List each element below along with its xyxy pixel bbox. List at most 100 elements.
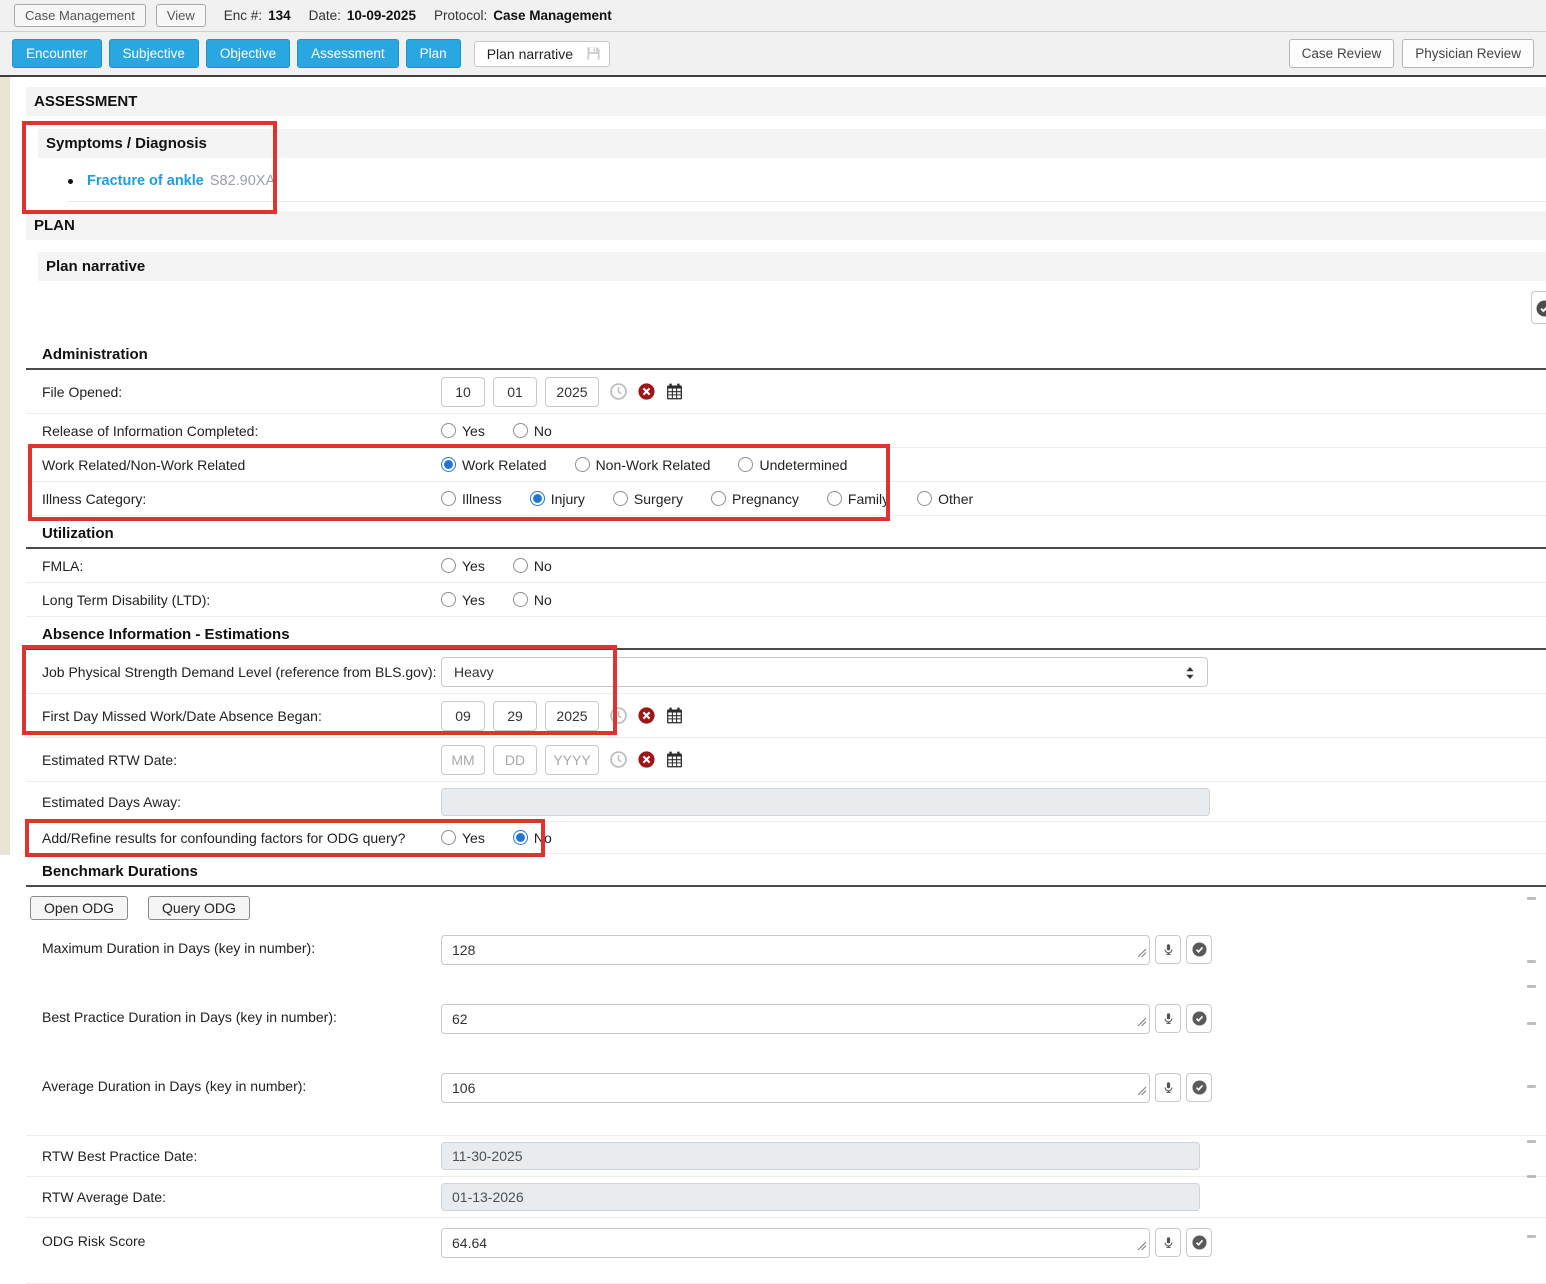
radio-label: No bbox=[534, 592, 552, 608]
open-odg-button[interactable]: Open ODG bbox=[30, 896, 128, 920]
case-review-button[interactable]: Case Review bbox=[1289, 39, 1395, 68]
radio-icon[interactable] bbox=[441, 558, 456, 573]
radio-icon[interactable] bbox=[441, 491, 456, 506]
fmla-no-radio[interactable]: No bbox=[513, 558, 552, 574]
radio-icon[interactable] bbox=[441, 592, 456, 607]
confirm-button[interactable] bbox=[1186, 1228, 1212, 1257]
rtw-average-row: RTW Average Date: 01-13-2026 bbox=[26, 1176, 1546, 1217]
plan-narrative-button[interactable]: Plan narrative bbox=[474, 41, 610, 67]
first-day-month-input[interactable] bbox=[441, 701, 485, 731]
radio-icon[interactable] bbox=[711, 491, 726, 506]
radio-icon-selected[interactable] bbox=[513, 830, 528, 845]
ltd-no-radio[interactable]: No bbox=[513, 592, 552, 608]
protocol-value: Case Management bbox=[493, 8, 612, 23]
radio-icon[interactable] bbox=[513, 423, 528, 438]
radio-icon[interactable] bbox=[613, 491, 628, 506]
resize-grip-icon[interactable] bbox=[1137, 945, 1147, 962]
non-work-related-radio[interactable]: Non-Work Related bbox=[575, 457, 711, 473]
confounding-no-radio[interactable]: No bbox=[513, 830, 552, 846]
confounding-yes-radio[interactable]: Yes bbox=[441, 830, 485, 846]
pregnancy-radio[interactable]: Pregnancy bbox=[711, 491, 799, 507]
radio-icon[interactable] bbox=[575, 457, 590, 472]
microphone-button[interactable] bbox=[1155, 1073, 1181, 1102]
save-icon[interactable] bbox=[586, 46, 601, 61]
rtw-day-input[interactable] bbox=[493, 745, 537, 775]
clock-icon[interactable] bbox=[610, 751, 627, 768]
radio-icon[interactable] bbox=[917, 491, 932, 506]
radio-icon[interactable] bbox=[441, 423, 456, 438]
release-yes-radio[interactable]: Yes bbox=[441, 423, 485, 439]
average-duration-textarea[interactable]: 106 bbox=[441, 1073, 1150, 1103]
tab-assessment[interactable]: Assessment bbox=[297, 39, 399, 68]
microphone-button[interactable] bbox=[1155, 935, 1181, 964]
tab-encounter[interactable]: Encounter bbox=[12, 39, 102, 68]
illness-radio[interactable]: Illness bbox=[441, 491, 502, 507]
resize-grip-icon[interactable] bbox=[1137, 1014, 1147, 1031]
radio-icon-selected[interactable] bbox=[441, 457, 456, 472]
rtw-month-input[interactable] bbox=[441, 745, 485, 775]
radio-icon[interactable] bbox=[827, 491, 842, 506]
work-related-radio[interactable]: Work Related bbox=[441, 457, 547, 473]
resize-grip-icon[interactable] bbox=[1137, 1083, 1147, 1100]
first-day-year-input[interactable] bbox=[545, 701, 599, 731]
clipped-edge-button[interactable] bbox=[1531, 291, 1546, 324]
other-radio[interactable]: Other bbox=[917, 491, 973, 507]
enc-label: Enc #: bbox=[224, 8, 262, 23]
calendar-icon[interactable] bbox=[666, 751, 683, 768]
confounding-row: Add/Refine results for confounding facto… bbox=[26, 822, 1546, 854]
clipped-mark bbox=[1527, 985, 1536, 988]
max-duration-label: Maximum Duration in Days (key in number)… bbox=[42, 935, 441, 956]
radio-icon[interactable] bbox=[513, 592, 528, 607]
view-button[interactable]: View bbox=[156, 4, 206, 27]
calendar-icon[interactable] bbox=[666, 707, 683, 724]
radio-icon-selected[interactable] bbox=[530, 491, 545, 506]
absence-section-header: Absence Information - Estimations bbox=[26, 617, 1546, 650]
undetermined-radio[interactable]: Undetermined bbox=[738, 457, 847, 473]
file-opened-year-input[interactable] bbox=[545, 377, 599, 407]
plan-narrative-area[interactable] bbox=[26, 281, 1546, 337]
radio-icon[interactable] bbox=[738, 457, 753, 472]
rtw-year-input[interactable] bbox=[545, 745, 599, 775]
tab-subjective[interactable]: Subjective bbox=[109, 39, 199, 68]
release-no-radio[interactable]: No bbox=[513, 423, 552, 439]
clock-icon[interactable] bbox=[610, 383, 627, 400]
review-buttons: Case Review Physician Review bbox=[1289, 39, 1534, 68]
confirm-button[interactable] bbox=[1186, 1004, 1212, 1033]
odg-risk-score-textarea[interactable]: 64.64 bbox=[441, 1228, 1150, 1258]
first-day-day-input[interactable] bbox=[493, 701, 537, 731]
fmla-yes-radio[interactable]: Yes bbox=[441, 558, 485, 574]
symptoms-diagnosis-header: Symptoms / Diagnosis bbox=[38, 129, 1546, 158]
radio-icon[interactable] bbox=[513, 558, 528, 573]
best-practice-textarea[interactable]: 62 bbox=[441, 1004, 1150, 1034]
tab-objective[interactable]: Objective bbox=[206, 39, 290, 68]
radio-label: No bbox=[534, 558, 552, 574]
microphone-button[interactable] bbox=[1155, 1004, 1181, 1033]
query-odg-button[interactable]: Query ODG bbox=[148, 896, 250, 920]
ltd-yes-radio[interactable]: Yes bbox=[441, 592, 485, 608]
job-strength-select[interactable]: Heavy bbox=[441, 657, 1208, 687]
surgery-radio[interactable]: Surgery bbox=[613, 491, 683, 507]
file-opened-month-input[interactable] bbox=[441, 377, 485, 407]
microphone-button[interactable] bbox=[1155, 1228, 1181, 1257]
physician-review-button[interactable]: Physician Review bbox=[1402, 39, 1534, 68]
estimated-days-away-label: Estimated Days Away: bbox=[42, 794, 441, 810]
resize-grip-icon[interactable] bbox=[1137, 1238, 1147, 1255]
calendar-icon[interactable] bbox=[666, 383, 683, 400]
up-down-arrows-icon bbox=[1185, 666, 1195, 683]
case-management-button[interactable]: Case Management bbox=[14, 4, 146, 27]
clear-date-icon[interactable] bbox=[638, 751, 655, 768]
tab-plan[interactable]: Plan bbox=[406, 39, 461, 68]
clear-date-icon[interactable] bbox=[638, 707, 655, 724]
benchmark-section-header: Benchmark Durations bbox=[26, 854, 1546, 887]
rtw-average-value: 01-13-2026 bbox=[441, 1183, 1200, 1211]
clear-date-icon[interactable] bbox=[638, 383, 655, 400]
clock-icon[interactable] bbox=[610, 707, 627, 724]
confirm-button[interactable] bbox=[1186, 935, 1212, 964]
family-radio[interactable]: Family bbox=[827, 491, 889, 507]
injury-radio[interactable]: Injury bbox=[530, 491, 585, 507]
diagnosis-link[interactable]: Fracture of ankle bbox=[87, 173, 204, 189]
radio-icon[interactable] bbox=[441, 830, 456, 845]
file-opened-day-input[interactable] bbox=[493, 377, 537, 407]
confirm-button[interactable] bbox=[1186, 1073, 1212, 1102]
max-duration-textarea[interactable]: 128 bbox=[441, 935, 1150, 965]
